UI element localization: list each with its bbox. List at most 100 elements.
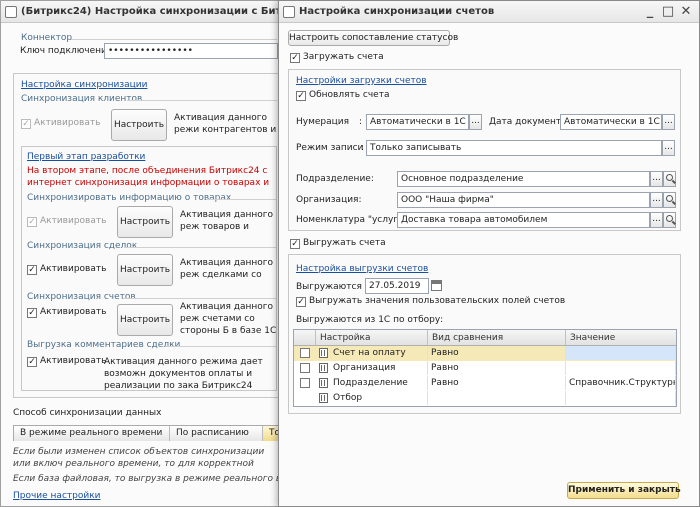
- unload-settings-link[interactable]: Настройка выгрузки счетов: [296, 264, 428, 274]
- column-header-value[interactable]: Значение: [566, 330, 676, 346]
- nomenclature-search-icon[interactable]: [663, 212, 676, 228]
- row-checkbox[interactable]: [300, 378, 310, 388]
- docdate-ellipsis-button[interactable]: ...: [662, 114, 675, 130]
- row-comparison-cell[interactable]: [428, 391, 566, 405]
- connection-key-field[interactable]: ••••••••••••••••: [104, 43, 278, 59]
- write-mode-ellipsis-button[interactable]: ...: [662, 140, 675, 156]
- division-search-icon[interactable]: [663, 171, 676, 187]
- deals-section-label: Синхронизация сделок: [27, 241, 138, 251]
- row-setting-cell[interactable]: Подразделение: [330, 376, 428, 390]
- goods-activate-label: Активировать: [40, 216, 107, 226]
- column-header-setting[interactable]: Настройка: [316, 330, 428, 346]
- sync-method-label: Способ синхронизации данных: [13, 408, 162, 418]
- connector-section-label: Коннектор: [21, 33, 73, 43]
- group-icon: [319, 393, 328, 403]
- invoices-activate-checkbox[interactable]: ✓: [27, 308, 37, 318]
- clients-section-label: Синхронизация клиентов: [21, 94, 143, 104]
- row-setting-cell[interactable]: Отбор: [330, 391, 428, 405]
- clients-divider: [127, 100, 277, 101]
- organization-label: Организация:: [296, 195, 362, 205]
- table-row[interactable]: Организация Равно: [294, 361, 676, 376]
- load-invoices-checkbox[interactable]: ✓: [290, 53, 300, 63]
- row-comparison-cell[interactable]: Равно: [428, 361, 566, 375]
- goods-description: Активация данного реж товаров и информац…: [180, 210, 274, 232]
- unload-invoices-label: Выгружать счета: [303, 238, 386, 248]
- goods-activate-checkbox[interactable]: ✓: [27, 217, 37, 227]
- dialog-app-icon: [283, 6, 295, 18]
- main-window-titlebar: (Битрикс24) Настройка синхронизации с Би…: [1, 1, 281, 23]
- table-row[interactable]: Счет на оплату Равно: [294, 346, 676, 361]
- deals-activate-checkbox[interactable]: ✓: [27, 265, 37, 275]
- organization-search-icon[interactable]: [663, 192, 676, 208]
- goods-section-label: Синхронизировать информацию о товарах: [27, 193, 232, 203]
- numbering-field[interactable]: Автоматически в 1С: [366, 114, 469, 130]
- clients-description: Активация данного режи контрагентов и па…: [174, 113, 277, 135]
- dialog-titlebar: Настройка синхронизации счетов _ □ ✕: [279, 1, 699, 23]
- deals-activate-label: Активировать: [40, 264, 107, 274]
- invoices-description: Активация данного реж счетами со стороны…: [180, 302, 277, 336]
- close-icon[interactable]: ✕: [677, 1, 695, 22]
- row-value-cell[interactable]: [566, 346, 676, 360]
- comments-activate-checkbox[interactable]: ✓: [27, 357, 37, 367]
- minimize-icon[interactable]: _: [641, 1, 659, 22]
- write-mode-field[interactable]: Только записывать: [366, 140, 662, 156]
- comments-section-label: Выгрузка комментариев сделки: [27, 340, 181, 350]
- docdate-field[interactable]: Автоматически в 1С: [560, 114, 662, 130]
- maximize-icon[interactable]: □: [659, 1, 677, 22]
- first-stage-link[interactable]: Первый этап разработки: [27, 152, 145, 162]
- tab-schedule[interactable]: По расписанию: [170, 426, 263, 441]
- row-value-cell[interactable]: [566, 391, 676, 405]
- table-row[interactable]: Подразделение Равно Справочник.Структурн…: [294, 376, 676, 391]
- apply-and-close-button[interactable]: Применить и закрыть: [567, 482, 681, 499]
- invoices-configure-button[interactable]: Настроить: [117, 304, 173, 336]
- unload-invoices-checkbox[interactable]: ✓: [290, 239, 300, 249]
- row-setting-cell[interactable]: Организация: [330, 361, 428, 375]
- row-comparison-cell[interactable]: Равно: [428, 346, 566, 360]
- unload-since-field[interactable]: 27.05.2019: [365, 278, 429, 294]
- group-icon: [319, 363, 328, 373]
- organization-ellipsis-button[interactable]: ...: [650, 192, 663, 208]
- note-realtime: Если были изменен список объектов синхро…: [13, 447, 265, 469]
- custom-fields-checkbox[interactable]: ✓: [296, 297, 306, 307]
- row-checkbox[interactable]: [300, 363, 310, 373]
- sync-settings-link[interactable]: Настройка синхронизации: [21, 80, 147, 90]
- clients-activate-checkbox[interactable]: ✓: [21, 119, 31, 129]
- division-label: Подразделение:: [296, 174, 374, 184]
- filter-table: Настройка Вид сравнения Значение Счет на…: [293, 329, 677, 407]
- row-checkbox[interactable]: [300, 348, 310, 358]
- custom-fields-label: Выгружать значения пользовательских поле…: [309, 296, 566, 306]
- goods-configure-button[interactable]: Настроить: [117, 206, 173, 238]
- nomenclature-ellipsis-button[interactable]: ...: [650, 212, 663, 228]
- row-value-cell[interactable]: Справочник.Структурн...: [566, 376, 676, 390]
- organization-field[interactable]: ООО "Наша фирма": [397, 192, 650, 208]
- nomenclature-label: Номенклатура "услуга":: [296, 215, 411, 225]
- calendar-icon[interactable]: [431, 280, 442, 291]
- invoices-divider: [123, 298, 276, 299]
- load-settings-link[interactable]: Настройки загрузки счетов: [296, 76, 427, 86]
- stage-warning-text: На втором этапе, после объединения Битри…: [27, 166, 270, 188]
- configure-status-mapping-button[interactable]: Настроить сопоставление статусов: [288, 30, 458, 46]
- column-header-comparison[interactable]: Вид сравнения: [428, 330, 566, 346]
- row-setting-cell[interactable]: Счет на оплату: [330, 346, 428, 360]
- table-row[interactable]: Отбор: [294, 391, 676, 406]
- write-mode-colon: :: [361, 143, 365, 153]
- comments-activate-label: Активировать: [40, 356, 107, 366]
- row-value-cell[interactable]: [566, 361, 676, 375]
- other-settings-link[interactable]: Прочие настройки: [13, 491, 101, 501]
- nomenclature-field[interactable]: Доставка товара автомобилем: [397, 212, 650, 228]
- row-comparison-cell[interactable]: Равно: [428, 376, 566, 390]
- numbering-ellipsis-button[interactable]: ...: [469, 114, 482, 130]
- deals-description: Активация данного реж сделками со сторон…: [180, 258, 274, 280]
- update-invoices-checkbox[interactable]: ✓: [296, 91, 306, 101]
- clients-activate-label: Активировать: [34, 118, 101, 128]
- write-mode-label: Режим записи: [296, 143, 364, 153]
- deals-configure-button[interactable]: Настроить: [117, 254, 173, 286]
- clients-configure-button[interactable]: Настроить: [111, 109, 167, 141]
- division-field[interactable]: Основное подразделение: [397, 171, 650, 187]
- numbering-colon: :: [359, 117, 363, 127]
- dialog-title: Настройка синхронизации счетов: [299, 6, 495, 17]
- app-icon: [5, 6, 17, 18]
- division-ellipsis-button[interactable]: ...: [650, 171, 663, 187]
- update-invoices-label: Обновлять счета: [309, 90, 390, 100]
- tab-realtime[interactable]: В режиме реального времени: [14, 426, 170, 441]
